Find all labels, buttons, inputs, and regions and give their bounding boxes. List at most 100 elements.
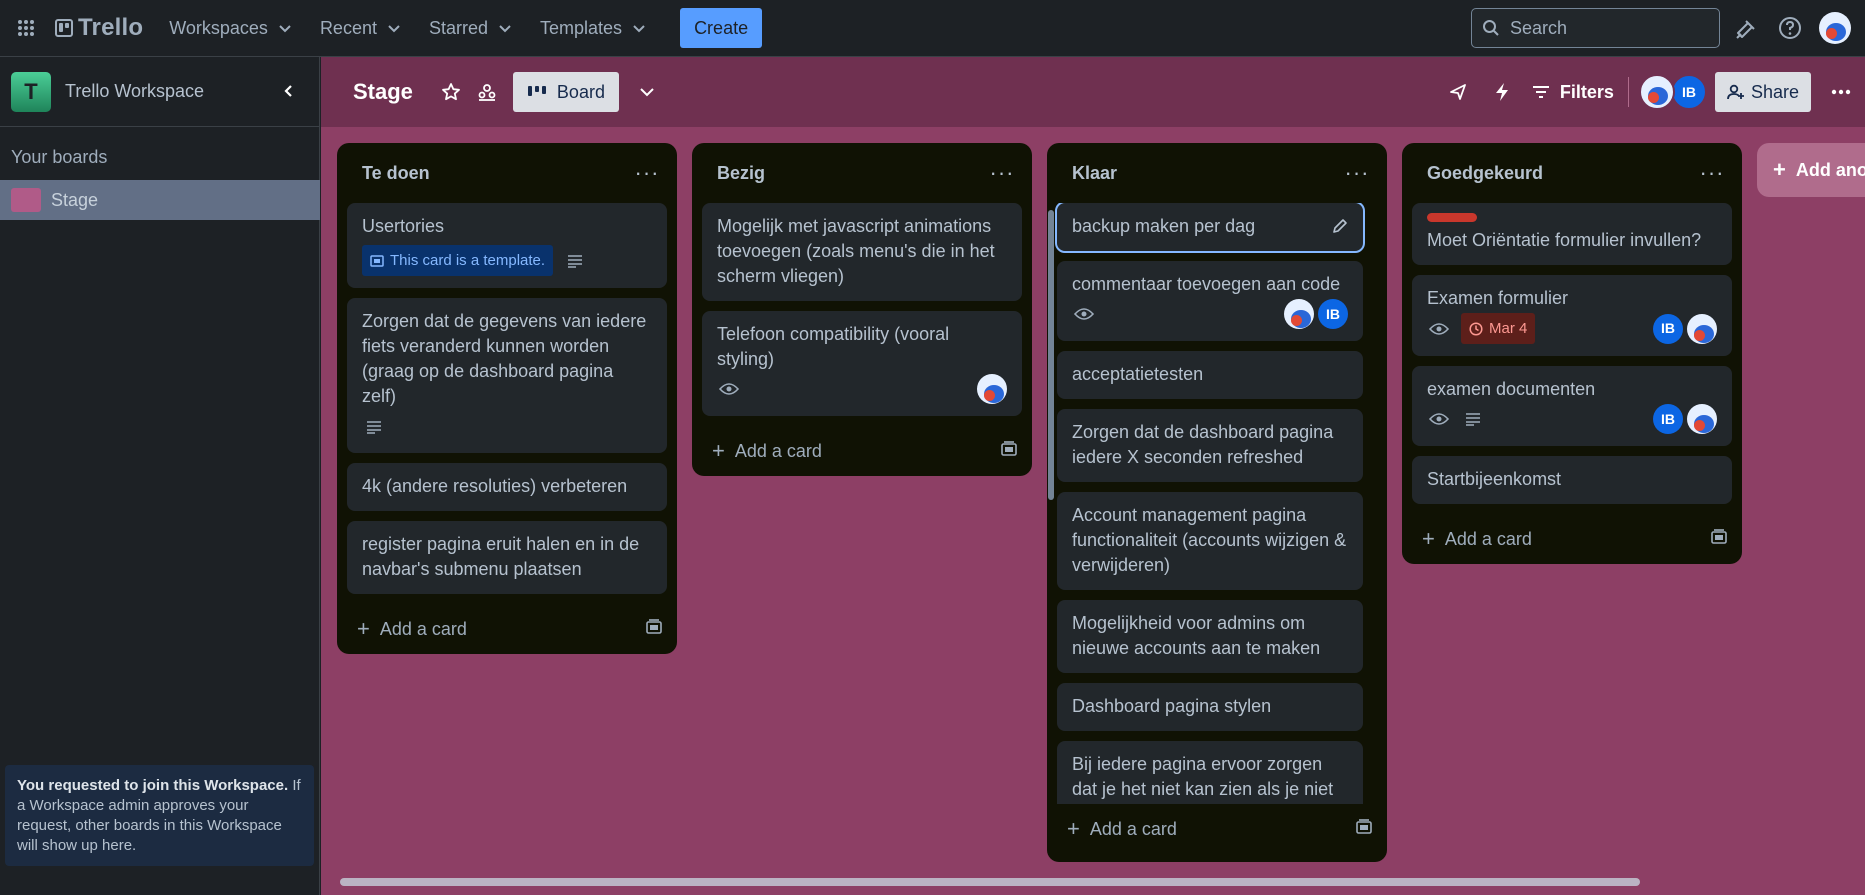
filter-icon <box>1532 86 1549 98</box>
add-another-list-button[interactable]: + Add another list <box>1757 143 1865 197</box>
create-from-template-icon[interactable] <box>1710 528 1728 550</box>
member-avatar-ib[interactable]: IB <box>1318 299 1348 329</box>
automation-icon[interactable] <box>1484 74 1520 110</box>
create-from-template-icon[interactable] <box>645 618 663 640</box>
list-title[interactable]: Bezig <box>717 163 765 184</box>
add-card-button[interactable]: + Add a card <box>1402 514 1742 564</box>
member-avatar-ib[interactable]: IB <box>1653 404 1683 434</box>
card[interactable]: Mogelijk met javascript animations toevo… <box>702 203 1022 301</box>
nav-templates[interactable]: Templates <box>530 8 656 48</box>
card[interactable]: Bij iedere pagina ervoor zorgen dat je h… <box>1057 741 1363 804</box>
card[interactable]: Telefoon compatibility (vooral styling) <box>702 311 1022 416</box>
add-card-button[interactable]: + Add a card <box>337 604 677 654</box>
account-avatar[interactable] <box>1819 12 1851 44</box>
nav-starred[interactable]: Starred <box>419 8 522 48</box>
share-label: Share <box>1750 81 1799 102</box>
nav-starred-label: Starred <box>428 17 489 38</box>
member-avatar[interactable] <box>1687 313 1717 344</box>
search-input[interactable] <box>1510 17 1700 39</box>
workspace-name[interactable]: Trello Workspace <box>65 81 204 102</box>
due-date-label: Mar 4 <box>1489 320 1528 337</box>
member-avatar[interactable] <box>1687 404 1717 434</box>
member-avatar-ib[interactable]: IB <box>1670 74 1707 110</box>
card-title: Account management pagina functionalitei… <box>1072 505 1347 575</box>
card[interactable]: backup maken per dag <box>1055 203 1365 253</box>
search-box[interactable] <box>1471 8 1720 48</box>
card[interactable]: 4k (andere resoluties) verbeteren <box>347 463 667 511</box>
board-view-icon <box>527 86 546 96</box>
sidebar-item-stage[interactable]: Stage <box>0 180 320 220</box>
list-goedgekeurd: Goedgekeurd ··· Moet Oriëntatie formulie… <box>1402 143 1742 564</box>
card-title: backup maken per dag <box>1072 216 1256 236</box>
template-badge-label: This card is a template. <box>390 252 546 269</box>
workspace-avatar[interactable]: T <box>11 71 51 112</box>
card[interactable]: acceptatietesten <box>1057 351 1363 399</box>
card[interactable]: Usertories This card is a template. <box>347 203 667 288</box>
card[interactable]: Zorgen dat de gegevens van iedere fiets … <box>347 298 667 453</box>
list-scrollbar[interactable] <box>1048 210 1054 500</box>
card[interactable]: commentaar toevoegen aan code IB <box>1057 261 1363 341</box>
card[interactable]: Zorgen dat de dashboard pagina iedere X … <box>1057 409 1363 482</box>
due-date-badge[interactable]: Mar 4 <box>1461 313 1536 344</box>
notifications-icon[interactable] <box>1729 12 1761 44</box>
card[interactable]: Dashboard pagina stylen <box>1057 683 1363 731</box>
chevron-down-icon <box>499 25 511 33</box>
list-title[interactable]: Klaar <box>1072 163 1117 184</box>
card[interactable]: Startbijeenkomst <box>1412 456 1732 504</box>
star-icon[interactable] <box>433 74 469 110</box>
member-avatar[interactable] <box>1638 74 1675 110</box>
card[interactable]: examen documenten IB <box>1412 366 1732 446</box>
card[interactable]: Account management pagina functionalitei… <box>1057 492 1363 590</box>
member-avatar[interactable] <box>1284 299 1314 329</box>
card[interactable]: Examen formulier Mar 4 IB <box>1412 275 1732 356</box>
views-dropdown[interactable] <box>629 74 665 110</box>
board-title[interactable]: Stage <box>353 79 413 105</box>
edit-pencil-icon[interactable] <box>1329 215 1351 237</box>
add-member-icon <box>1727 84 1744 100</box>
card-title: Examen formulier <box>1427 288 1569 308</box>
card-title: Zorgen dat de dashboard pagina iedere X … <box>1072 422 1334 467</box>
create-button[interactable]: Create <box>680 8 763 48</box>
create-from-template-icon[interactable] <box>1000 440 1018 462</box>
filters-button[interactable]: Filters <box>1532 82 1614 103</box>
nav-workspaces[interactable]: Workspaces <box>159 8 302 48</box>
card-members: IB <box>1649 313 1717 344</box>
add-card-button[interactable]: + Add a card <box>1047 804 1387 854</box>
card[interactable]: Mogelijkheid voor admins om nieuwe accou… <box>1057 600 1363 673</box>
card[interactable]: register pagina eruit halen en in de nav… <box>347 521 667 594</box>
trello-logo[interactable]: Trello <box>55 14 143 42</box>
visibility-workspace-icon[interactable] <box>469 74 505 110</box>
card-title: Dashboard pagina stylen <box>1072 696 1272 716</box>
help-icon[interactable] <box>1774 12 1806 44</box>
member-avatar-ib[interactable]: IB <box>1653 313 1683 344</box>
board-header: Stage Board Filters IB Share <box>321 57 1865 127</box>
list-title[interactable]: Goedgekeurd <box>1427 163 1543 184</box>
app-switcher-icon[interactable] <box>13 15 39 41</box>
share-button[interactable]: Share <box>1714 72 1811 112</box>
more-options-icon[interactable] <box>1823 74 1859 110</box>
board-view-label: Board <box>556 81 605 102</box>
power-ups-icon[interactable] <box>1440 74 1476 110</box>
list-header: Goedgekeurd ··· <box>1402 143 1742 203</box>
list-menu-icon[interactable]: ··· <box>986 157 1018 189</box>
list-header: Bezig ··· <box>692 143 1032 203</box>
add-another-list-label: Add another list <box>1795 159 1865 180</box>
card-members: IB <box>1280 299 1348 329</box>
card[interactable]: Moet Oriëntatie formulier invullen? <box>1412 203 1732 265</box>
create-from-template-icon[interactable] <box>1355 818 1373 840</box>
card-label-red[interactable] <box>1427 213 1477 222</box>
list-menu-icon[interactable]: ··· <box>631 157 663 189</box>
list-menu-icon[interactable]: ··· <box>1696 157 1728 189</box>
list-title[interactable]: Te doen <box>362 163 430 184</box>
member-avatar[interactable] <box>977 374 1007 404</box>
list-cards-scroll-area[interactable]: backup maken per dag commentaar toevoege… <box>1047 203 1387 804</box>
board-horizontal-scrollbar[interactable] <box>340 878 1640 886</box>
nav-recent[interactable]: Recent <box>310 8 411 48</box>
add-card-button[interactable]: + Add a card <box>692 426 1032 476</box>
plus-icon: + <box>1067 816 1080 841</box>
join-request-notice: You requested to join this Workspace. If… <box>5 765 314 866</box>
board-color-swatch <box>11 188 41 212</box>
list-menu-icon[interactable]: ··· <box>1341 157 1373 189</box>
collapse-sidebar-button[interactable] <box>273 75 305 107</box>
board-view-button[interactable]: Board <box>512 72 619 112</box>
